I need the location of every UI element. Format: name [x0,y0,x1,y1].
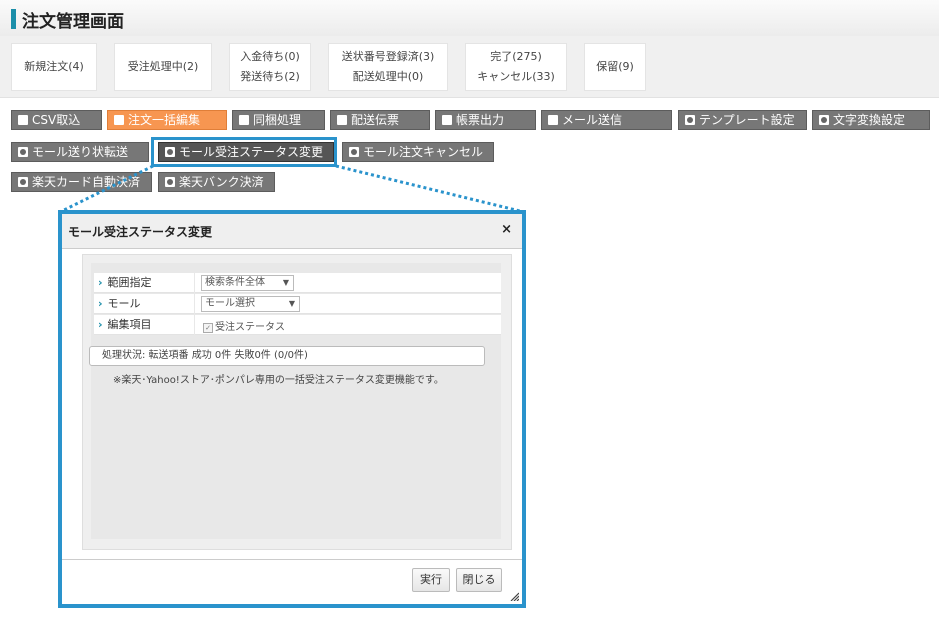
field-label: › モール [94,294,194,314]
dialog-form-panel: › 範囲指定 検索条件全体 ▼ › モール モール選択 ▼ › 編集項目 ✓ 受… [89,263,501,539]
run-button[interactable]: 実行 [412,568,450,592]
form-row-range: › 範囲指定 検索条件全体 ▼ [91,273,501,293]
field-label: › 範囲指定 [94,273,194,293]
dialog-divider [62,559,522,560]
process-status: 処理状況: 転送項番 成功 0件 失敗0件 (0/0件) [89,346,485,366]
chevron-right-icon: › [98,276,103,289]
form-row-mall: › モール モール選択 ▼ [91,294,501,314]
resize-handle-icon[interactable] [510,592,519,601]
chevron-down-icon: ▼ [282,278,289,287]
chevron-right-icon: › [98,297,103,310]
dialog-header: モール受注ステータス変更 × [62,214,522,249]
checkmark-icon: ✓ [203,323,213,333]
field-value: モール選択 ▼ [195,294,501,314]
dialog-title: モール受注ステータス変更 [68,225,213,239]
select-value: モール選択 [205,298,255,309]
close-icon[interactable]: × [501,222,512,237]
order-status-checkbox[interactable]: ✓ 受注ステータス [203,318,285,333]
mall-note: ※楽天･Yahoo!ストア･ポンパレ専用の一括受注ステータス変更機能です。 [113,375,444,386]
field-value: ✓ 受注ステータス [195,315,501,335]
mall-select[interactable]: モール選択 ▼ [201,296,300,312]
field-value: 検索条件全体 ▼ [195,273,501,293]
select-value: 検索条件全体 [205,277,265,288]
checkbox-label: 受注ステータス [215,322,285,333]
field-label: › 編集項目 [94,315,194,335]
range-select[interactable]: 検索条件全体 ▼ [201,275,294,291]
status-change-dialog: モール受注ステータス変更 × › 範囲指定 検索条件全体 ▼ › モール モール選択 ▼ [58,210,526,608]
form-row-edit-item: › 編集項目 ✓ 受注ステータス [91,315,501,335]
dialog-body: › 範囲指定 検索条件全体 ▼ › モール モール選択 ▼ › 編集項目 ✓ 受… [82,254,512,550]
close-button[interactable]: 閉じる [456,568,502,592]
chevron-right-icon: › [98,318,103,331]
chevron-down-icon: ▼ [288,299,295,308]
